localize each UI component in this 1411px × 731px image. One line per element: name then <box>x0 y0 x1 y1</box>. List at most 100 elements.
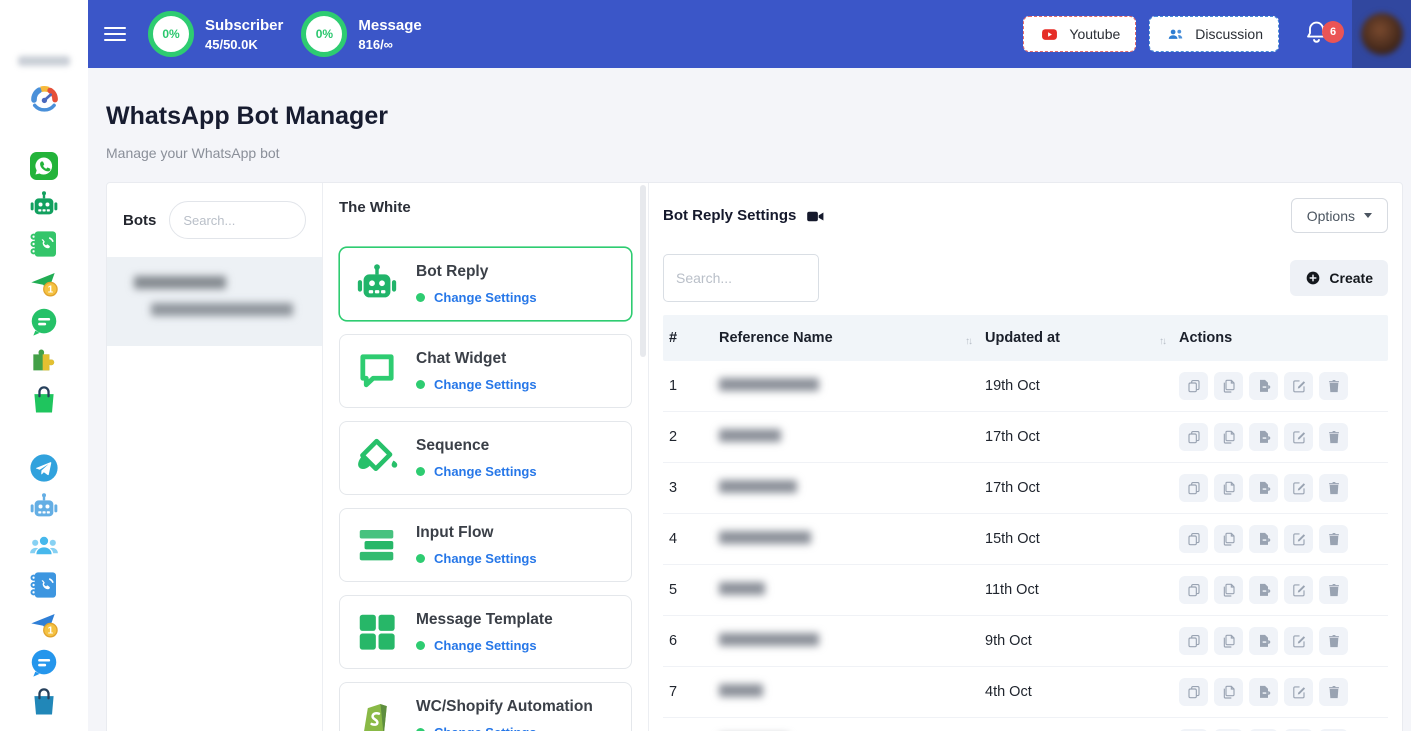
delete-button[interactable] <box>1319 423 1348 451</box>
setting-card-input-flow[interactable]: Input Flow Change Settings <box>339 508 632 582</box>
copy-button[interactable] <box>1179 678 1208 706</box>
video-tutorial-icon[interactable] <box>806 207 825 226</box>
sidebar-item-whatsapp-contacts[interactable] <box>28 228 60 260</box>
export-icon <box>1256 480 1272 496</box>
change-settings-link[interactable]: Change Settings <box>434 725 537 731</box>
reference-name-redacted <box>719 531 811 544</box>
user-menu[interactable] <box>1352 0 1411 68</box>
edit-button[interactable] <box>1284 576 1313 604</box>
copy-button[interactable] <box>1179 474 1208 502</box>
edit-button[interactable] <box>1284 474 1313 502</box>
row-actions <box>1179 423 1388 451</box>
sidebar-item-whatsapp-chat[interactable] <box>28 306 60 338</box>
bot-list-item-selected[interactable] <box>107 257 322 346</box>
delete-button[interactable] <box>1319 372 1348 400</box>
export-button[interactable] <box>1249 627 1278 655</box>
duplicate-button[interactable] <box>1214 627 1243 655</box>
duplicate-button[interactable] <box>1214 525 1243 553</box>
change-settings-link[interactable]: Change Settings <box>434 464 537 479</box>
edit-button[interactable] <box>1284 525 1313 553</box>
copy-button[interactable] <box>1179 525 1208 553</box>
updated-at: 17th Oct <box>985 429 1179 445</box>
reply-table: # Reference Name ↑↓ Updated at ↑↓ Action… <box>663 315 1388 731</box>
setting-card-message-template[interactable]: Message Template Change Settings <box>339 595 632 669</box>
duplicate-button[interactable] <box>1214 576 1243 604</box>
sidebar-item-telegram-contacts[interactable] <box>28 569 60 601</box>
duplicate-button[interactable] <box>1214 474 1243 502</box>
duplicate-icon <box>1221 429 1237 445</box>
app-window: 0% Subscriber 45/50.0K 0% Message 816/∞ … <box>0 0 1411 731</box>
options-button[interactable]: Options <box>1291 198 1388 233</box>
edit-icon <box>1291 582 1307 598</box>
export-button[interactable] <box>1249 372 1278 400</box>
setting-card-chat-widget[interactable]: Chat Widget Change Settings <box>339 334 632 408</box>
sidebar-item-telegram-groups[interactable] <box>28 530 60 562</box>
template-icon <box>353 608 401 656</box>
duplicate-button[interactable] <box>1214 423 1243 451</box>
change-settings-link[interactable]: Change Settings <box>434 551 537 566</box>
main-content: WhatsApp Bot Manager Manage your WhatsAp… <box>88 68 1411 731</box>
avatar <box>1361 13 1403 55</box>
copy-icon <box>1186 684 1202 700</box>
sidebar-item-telegram-store[interactable] <box>28 686 60 718</box>
notification-bell-icon[interactable]: 6 <box>1303 19 1330 49</box>
hamburger-menu-icon[interactable] <box>104 23 126 45</box>
export-button[interactable] <box>1249 576 1278 604</box>
sidebar-item-whatsapp[interactable] <box>28 150 60 182</box>
panel-scrollbar[interactable] <box>640 185 646 357</box>
delete-button[interactable] <box>1319 576 1348 604</box>
sidebar-item-telegram-chat[interactable] <box>28 647 60 679</box>
delete-button[interactable] <box>1319 474 1348 502</box>
export-icon <box>1256 582 1272 598</box>
telegram-icon <box>28 452 60 484</box>
bots-search-input[interactable] <box>169 201 306 239</box>
export-icon <box>1256 429 1272 445</box>
sidebar-item-telegram-bot[interactable] <box>28 491 60 523</box>
export-button[interactable] <box>1249 678 1278 706</box>
delete-button[interactable] <box>1319 627 1348 655</box>
table-row: 7 4th Oct <box>663 667 1388 718</box>
copy-button[interactable] <box>1179 372 1208 400</box>
row-actions <box>1179 576 1388 604</box>
create-button[interactable]: Create <box>1290 260 1388 296</box>
sidebar-item-whatsapp-broadcast[interactable] <box>28 267 60 299</box>
sidebar-item-whatsapp-integrations[interactable] <box>28 345 60 377</box>
delete-button[interactable] <box>1319 525 1348 553</box>
row-number: 4 <box>669 531 719 547</box>
sort-icon[interactable]: ↑↓ <box>965 336 971 347</box>
sidebar-item-telegram[interactable] <box>28 452 60 484</box>
reply-search-input[interactable] <box>663 254 819 302</box>
copy-button[interactable] <box>1179 576 1208 604</box>
duplicate-button[interactable] <box>1214 678 1243 706</box>
copy-button[interactable] <box>1179 627 1208 655</box>
copy-button[interactable] <box>1179 423 1208 451</box>
edit-button[interactable] <box>1284 678 1313 706</box>
change-settings-link[interactable]: Change Settings <box>434 638 537 653</box>
duplicate-button[interactable] <box>1214 372 1243 400</box>
edit-button[interactable] <box>1284 423 1313 451</box>
copy-icon <box>1186 582 1202 598</box>
setting-card-sequence[interactable]: Sequence Change Settings <box>339 421 632 495</box>
setting-card-bot-reply[interactable]: Bot Reply Change Settings <box>339 247 632 321</box>
sort-icon[interactable]: ↑↓ <box>1159 336 1165 347</box>
youtube-button[interactable]: Youtube <box>1023 16 1136 52</box>
sidebar-item-whatsapp-store[interactable] <box>28 384 60 416</box>
change-settings-link[interactable]: Change Settings <box>434 290 537 305</box>
setting-card-wc-shopify-automation[interactable]: WC/Shopify Automation Change Settings <box>339 682 632 731</box>
sidebar-item-dashboard[interactable] <box>28 82 60 114</box>
sidebar-item-telegram-broadcast[interactable] <box>28 608 60 640</box>
export-button[interactable] <box>1249 423 1278 451</box>
discussion-button[interactable]: Discussion <box>1149 16 1279 52</box>
updated-at: 17th Oct <box>985 480 1179 496</box>
robot-icon <box>28 491 60 523</box>
updated-at: 11th Oct <box>985 582 1179 598</box>
sidebar-item-whatsapp-bot[interactable] <box>28 189 60 221</box>
edit-button[interactable] <box>1284 372 1313 400</box>
edit-button[interactable] <box>1284 627 1313 655</box>
row-actions <box>1179 525 1388 553</box>
row-actions <box>1179 474 1388 502</box>
export-button[interactable] <box>1249 525 1278 553</box>
change-settings-link[interactable]: Change Settings <box>434 377 537 392</box>
delete-button[interactable] <box>1319 678 1348 706</box>
export-button[interactable] <box>1249 474 1278 502</box>
